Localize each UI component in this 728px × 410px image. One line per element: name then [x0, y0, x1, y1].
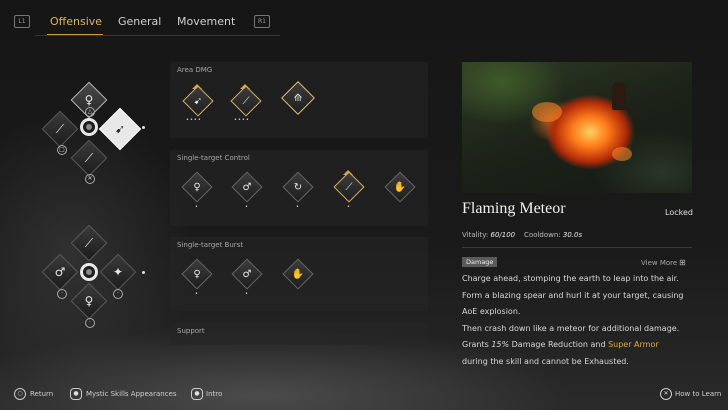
- burst-icon: ✋: [291, 268, 305, 280]
- skill-level-dots: •: [347, 204, 351, 210]
- r1-button-icon[interactable]: R1: [254, 15, 270, 28]
- section-single-target-control: Single-target Control ♀ • ♂ • ↻ • ⟋ • ✋: [170, 150, 428, 226]
- section-area-dmg: Area DMG ➹ •••• ⟋ •••• ⟰: [170, 62, 428, 138]
- section-support: Support: [170, 323, 428, 345]
- intro-label[interactable]: Intro: [206, 390, 222, 398]
- tab-offensive[interactable]: Offensive: [50, 15, 102, 28]
- cooldown-value: 30.0s: [562, 231, 583, 239]
- fire-flare: [532, 102, 562, 122]
- how-to-learn-label[interactable]: How to Learn: [675, 390, 721, 398]
- cooldown-label: Cooldown:: [524, 231, 561, 239]
- spin-icon: ↻: [293, 181, 303, 193]
- skill-kick[interactable]: ♂: [231, 171, 263, 203]
- desc-line: Form a blazing spear and hurl it at your…: [462, 290, 684, 300]
- vitality-label: Vitality:: [462, 231, 489, 239]
- section-title: Support: [177, 327, 205, 335]
- skill-thrust[interactable]: ⟋: [333, 171, 365, 203]
- skill-level-dots: ••••: [186, 117, 202, 123]
- indicator-dot: [142, 126, 145, 129]
- desc-text: Damage Reduction and: [509, 340, 609, 349]
- slot-marker-icon: ·: [85, 318, 95, 328]
- skill-level-dots: •: [195, 291, 199, 297]
- skill-description: Charge ahead, stomping the earth to leap…: [462, 271, 694, 370]
- damage-tag: Damage: [462, 257, 498, 267]
- tab-movement[interactable]: Movement: [177, 15, 235, 28]
- desc-line: Then crash down like a meteor for additi…: [462, 323, 680, 333]
- lunge-icon: ⟋: [84, 235, 94, 250]
- active-tab-underline: [47, 34, 103, 35]
- thrust-icon: ⟋: [345, 181, 353, 193]
- vitality-value: 60/100: [490, 231, 516, 239]
- circle-button-icon[interactable]: ○: [14, 388, 26, 400]
- indicator-dot: [142, 271, 145, 274]
- skill-leap-strike[interactable]: ♀: [181, 258, 213, 290]
- tab-divider: [35, 35, 280, 36]
- section-single-target-burst: Single-target Burst ♀ • ♂ • ✋: [170, 237, 428, 311]
- skill-level-dots: •: [296, 204, 300, 210]
- desc-line: AoE explosion.: [462, 307, 521, 316]
- left-stick-icon[interactable]: ●: [70, 388, 82, 400]
- kick-icon: ♂: [242, 181, 252, 193]
- slash-icon: ⟋: [55, 121, 65, 136]
- skill-level-dots: •: [195, 204, 199, 210]
- desc-line: during the skill and cannot be Exhausted…: [462, 356, 629, 366]
- skill-spear-sweep[interactable]: ➹: [182, 85, 214, 117]
- stance-icon: ♀: [84, 294, 94, 308]
- return-label[interactable]: Return: [30, 390, 53, 398]
- skill-palm[interactable]: ✋: [384, 171, 416, 203]
- fire-flare: [612, 147, 632, 161]
- skill-spin[interactable]: ↻: [282, 171, 314, 203]
- skill-stats: Vitality: 60/100 Cooldown: 30.0s: [462, 231, 582, 239]
- skill-preview-image: [462, 62, 692, 193]
- square-button-icon: □: [57, 145, 67, 155]
- skill-status: Locked: [665, 208, 693, 217]
- character-silhouette: [612, 82, 626, 110]
- kick-icon: ♂: [54, 265, 66, 279]
- wheel-center-ring: [80, 118, 98, 136]
- skill-level-dots: •: [245, 291, 249, 297]
- punch-icon: ✦: [112, 265, 124, 279]
- super-armor-keyword: Super Armor: [608, 340, 659, 349]
- cross-button-icon[interactable]: ✕: [660, 388, 672, 400]
- flaming-meteor-icon: ⟰: [293, 92, 303, 104]
- top-tab-bar: L1 Offensive General Movement R1: [0, 0, 728, 40]
- divider: [462, 247, 692, 248]
- slot-marker-icon: ·: [113, 289, 123, 299]
- appearances-label[interactable]: Mystic Skills Appearances: [86, 390, 176, 398]
- wheel-center-ring: [80, 263, 98, 281]
- desc-line: Charge ahead, stomping the earth to leap…: [462, 274, 679, 283]
- skill-level-dots: •: [245, 204, 249, 210]
- pierce-icon: ♂: [242, 268, 252, 280]
- l1-button-icon[interactable]: L1: [14, 15, 30, 28]
- skill-slash-lunge[interactable]: ⟋: [230, 85, 262, 117]
- cross-button-icon: ✕: [85, 174, 95, 184]
- tab-general[interactable]: General: [118, 15, 161, 28]
- triangle-button-icon: △: [85, 107, 95, 117]
- skill-pierce[interactable]: ♂: [231, 258, 263, 290]
- slot-marker-icon: ·: [57, 289, 67, 299]
- right-stick-icon[interactable]: ●: [191, 388, 203, 400]
- desc-text: Grants: [462, 340, 492, 349]
- skill-title: Flaming Meteor: [462, 200, 566, 217]
- palm-icon: ✋: [393, 181, 407, 193]
- section-title: Single-target Control: [177, 154, 250, 162]
- section-title: Area DMG: [177, 66, 213, 74]
- slash-lunge-icon: ⟋: [242, 95, 250, 107]
- leap-strike-icon: ♀: [193, 268, 201, 280]
- spear-sweep-icon: ➹: [193, 95, 203, 107]
- skill-flaming-meteor[interactable]: ⟰: [281, 81, 315, 115]
- spear-sweep-icon: ➹: [114, 122, 126, 136]
- skill-level-dots: ••••: [234, 117, 250, 123]
- bottom-prompt-bar: ○ Return ● Mystic Skills Appearances ● I…: [0, 385, 728, 407]
- touchpad-icon[interactable]: ⊞: [679, 258, 686, 267]
- strike-icon: ⟋: [84, 150, 94, 165]
- desc-line-grants: Grants 15% Damage Reduction and Super Ar…: [462, 337, 694, 354]
- section-title: Single-target Burst: [177, 241, 244, 249]
- skill-grapple[interactable]: ♀: [181, 171, 213, 203]
- grapple-icon: ♀: [193, 181, 201, 193]
- desc-value: 15%: [491, 340, 510, 349]
- view-more-link[interactable]: View More: [641, 259, 677, 267]
- skill-burst[interactable]: ✋: [282, 258, 314, 290]
